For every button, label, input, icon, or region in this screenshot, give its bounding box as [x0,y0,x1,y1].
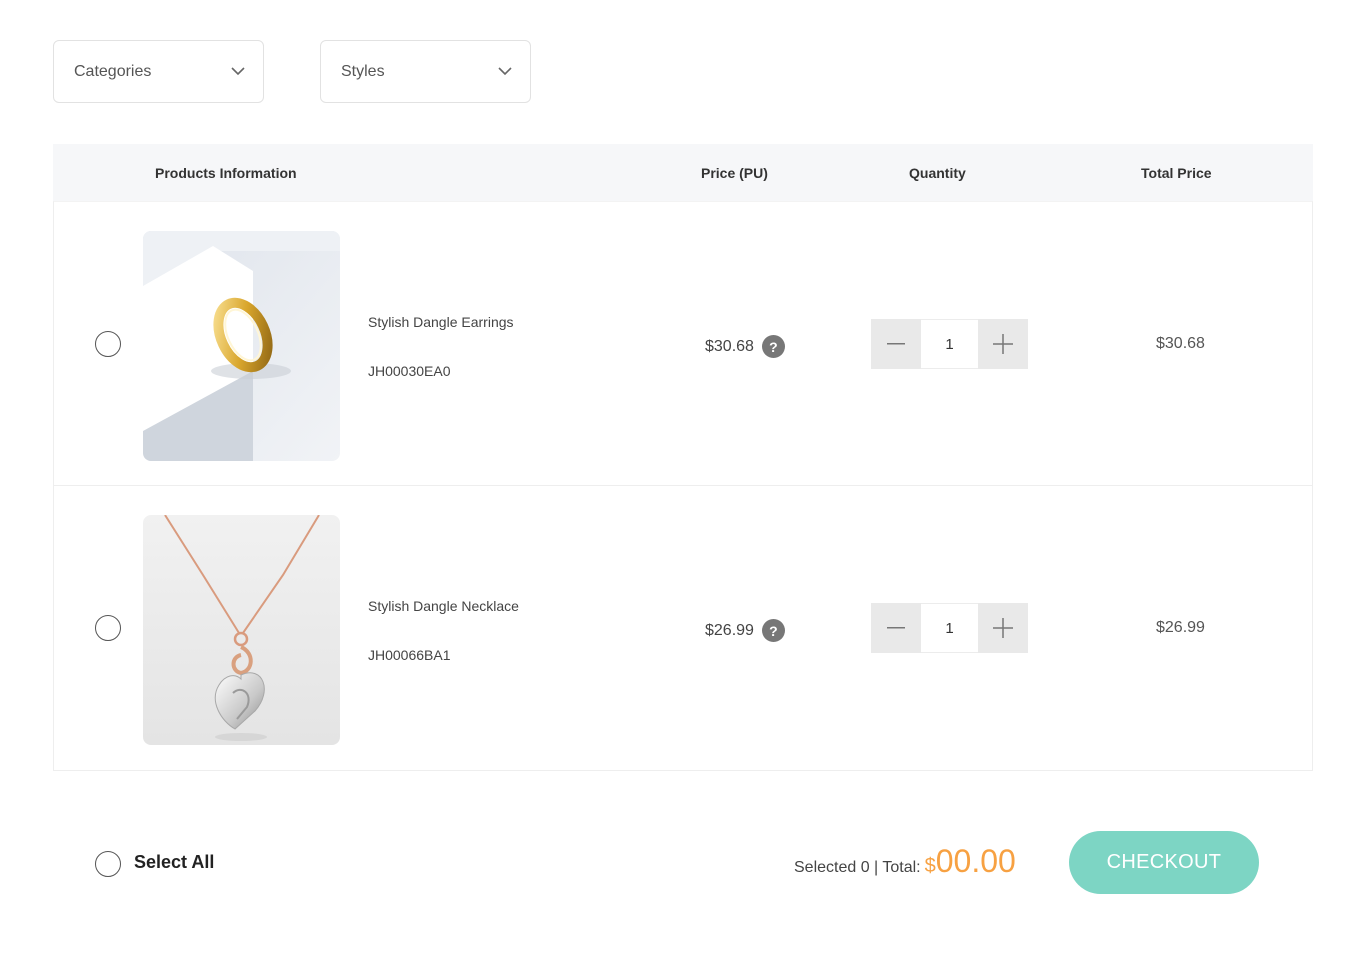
cart-summary: Selected 0 | Total: $ 00.00 [794,843,1016,880]
table-header: Products Information Price (PU) Quantity… [53,144,1313,201]
header-total: Total Price [1141,165,1212,181]
table-row: Stylish Dangle Earrings JH00030EA0 $30.6… [53,201,1313,486]
checkout-button[interactable]: CHECKOUT [1069,831,1259,894]
styles-label: Styles [341,62,385,80]
cart-table: Products Information Price (PU) Quantity… [53,144,1313,771]
decrease-button[interactable] [871,603,921,653]
quantity-input[interactable]: 1 [921,603,978,653]
unit-price-value: $26.99 [705,621,754,639]
product-name[interactable]: Stylish Dangle Earrings [368,314,514,330]
row-select-radio[interactable] [95,615,121,641]
product-sku: JH00030EA0 [368,363,451,379]
product-name[interactable]: Stylish Dangle Necklace [368,598,519,614]
select-all-label[interactable]: Select All [134,852,214,873]
gold-ring-icon [143,231,340,461]
unit-price: $30.68 ? [705,335,785,358]
minus-icon [887,627,905,629]
select-all-radio[interactable] [95,851,121,877]
plus-icon [993,334,1013,354]
decrease-button[interactable] [871,319,921,369]
help-icon[interactable]: ? [761,335,785,358]
quantity-stepper: 1 [871,603,1028,653]
increase-button[interactable] [978,319,1028,369]
header-price: Price (PU) [701,165,768,181]
total-amount: 00.00 [935,843,1016,879]
chevron-down-icon [231,67,245,76]
product-sku: JH00066BA1 [368,647,451,663]
plus-icon [993,618,1013,638]
header-products: Products Information [155,165,297,181]
product-image[interactable] [143,515,340,745]
product-image[interactable] [143,231,340,461]
header-quantity: Quantity [909,165,966,181]
table-row: Stylish Dangle Necklace JH00066BA1 $26.9… [53,486,1313,771]
row-total-price: $30.68 [1156,335,1205,352]
quantity-input[interactable]: 1 [921,319,978,369]
help-icon[interactable]: ? [761,619,785,642]
summary-label: Selected 0 | Total: [794,859,921,876]
row-total-price: $26.99 [1156,619,1205,636]
increase-button[interactable] [978,603,1028,653]
unit-price: $26.99 ? [705,619,785,642]
styles-dropdown[interactable]: Styles [320,40,531,103]
currency-symbol: $ [924,855,936,877]
minus-icon [887,343,905,345]
row-select-radio[interactable] [95,331,121,357]
heart-pendant-icon [143,515,340,745]
quantity-stepper: 1 [871,319,1028,369]
chevron-down-icon [498,67,512,76]
categories-dropdown[interactable]: Categories [53,40,264,103]
categories-label: Categories [74,62,152,80]
unit-price-value: $30.68 [705,337,754,355]
